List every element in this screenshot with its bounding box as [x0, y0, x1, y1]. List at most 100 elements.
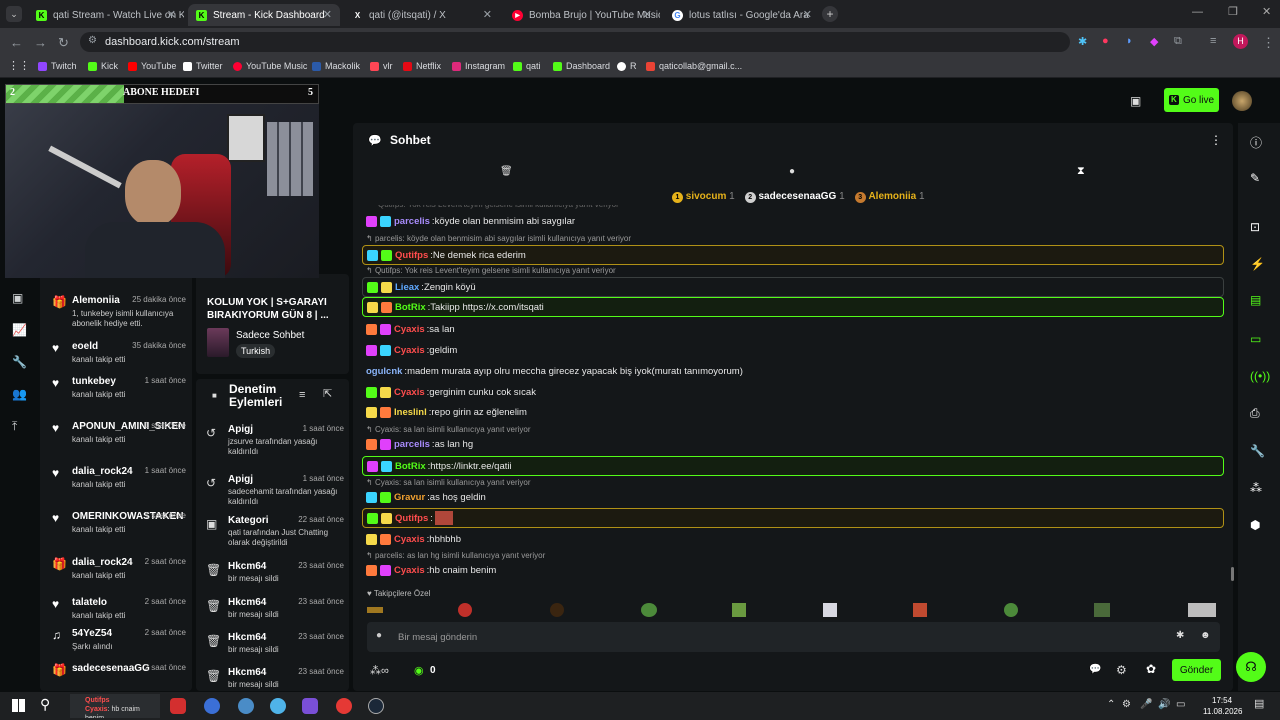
analytics-icon[interactable]: 📈: [12, 323, 27, 337]
forward-icon[interactable]: →: [34, 35, 47, 50]
activity-username[interactable]: Alemoniia: [72, 295, 120, 306]
leaderboard-item[interactable]: 2 sadecesenaaGG 1: [744, 191, 845, 203]
moderation-item[interactable]: 🗑 Hkcm64 23 saat önce bir mesajı sildi: [206, 561, 344, 595]
broadcast-icon[interactable]: ((•)): [1250, 369, 1270, 383]
tray-icon[interactable]: ⚙: [1122, 699, 1131, 710]
emote[interactable]: [458, 603, 472, 617]
chat-rules-icon[interactable]: 💬: [1089, 664, 1101, 675]
activity-username[interactable]: talatelo: [72, 597, 107, 608]
moderation-item[interactable]: ↺ Apigj 1 saat önce sadecehamit tarafından …: [206, 474, 344, 508]
extension-icon[interactable]: ●: [1102, 35, 1109, 47]
chat-message[interactable]: ogulcnk: madem murata ayıp olru meccha g…: [362, 362, 1224, 380]
smiley-icon[interactable]: ☻: [1200, 630, 1211, 641]
leaderboard-item[interactable]: 1 sivocum 1: [672, 191, 735, 203]
reload-icon[interactable]: ↻: [58, 35, 69, 51]
chat-message[interactable]: Cyaxis: geldim: [362, 341, 1224, 359]
chat-username[interactable]: Cyaxis: [394, 324, 425, 335]
browser-tab-1[interactable]: K Stream - Kick Dashboard ✕: [188, 4, 340, 26]
notification-icon[interactable]: ▤: [1254, 697, 1264, 710]
popout-icon[interactable]: ⇱: [323, 387, 332, 400]
chat-message[interactable]: Qutifps:: [362, 508, 1224, 528]
browser-tab-3[interactable]: ▶ Bomba Brujo | YouTube Music ✕: [504, 4, 660, 26]
emote[interactable]: [823, 603, 837, 617]
moderation-item[interactable]: 🗑 Hkcm64 23 saat önce bir mesajı sildi: [206, 632, 344, 666]
activity-username[interactable]: sadecesenaaGG: [72, 663, 150, 674]
gift-icon[interactable]: ✿: [1146, 662, 1156, 676]
printer-icon[interactable]: ⎙: [1250, 406, 1260, 421]
chat-message[interactable]: Lieax: Zengin köyü: [362, 277, 1224, 297]
clock-time[interactable]: 17:54: [1212, 696, 1232, 705]
bookmark-instagram[interactable]: Instagram: [452, 61, 505, 71]
chat-message[interactable]: parcelis: köyde olan benmisim abi saygıl…: [362, 212, 1224, 230]
tab-search-icon[interactable]: ⌄: [6, 6, 22, 22]
activity-username[interactable]: tunkebey: [72, 376, 116, 387]
emote[interactable]: [732, 603, 746, 617]
restore-icon[interactable]: ❐: [1228, 5, 1238, 18]
taskbar-app-icon[interactable]: [336, 698, 352, 714]
battery-icon[interactable]: ▭: [1176, 699, 1185, 710]
taskbar-app-icon[interactable]: [238, 698, 254, 714]
bookmark-dashboard[interactable]: Dashboard: [553, 61, 610, 71]
clock-date[interactable]: 11.08.2026: [1203, 707, 1242, 716]
seven-tv-icon[interactable]: ✱: [1176, 630, 1184, 641]
profile-avatar[interactable]: H: [1233, 34, 1248, 49]
extension-icon[interactable]: ◗: [1126, 35, 1133, 47]
activity-item[interactable]: ♫ 54YeZ54 2 saat önce Şarkı alındı: [52, 628, 186, 664]
menu-icon[interactable]: ⋮: [1262, 35, 1275, 51]
emoji-icon[interactable]: ●: [376, 630, 382, 641]
tray-chevron-icon[interactable]: ⌃: [1107, 699, 1115, 710]
tag-icon[interactable]: ⬢: [1250, 518, 1260, 532]
taskbar-chat-preview[interactable]: Qutifps Cyaxis: hb cnaim benim: [70, 694, 160, 718]
bookmark-vlr[interactable]: vlr: [370, 61, 393, 71]
reply-context[interactable]: ↰ parcelis: as lan hg isimli kullanıcıya…: [366, 551, 545, 560]
chat-message[interactable]: Ineslinl: repo girin az eğlenelim: [362, 403, 1224, 421]
emote[interactable]: [367, 607, 383, 613]
taskbar-app-icon[interactable]: [270, 698, 286, 714]
url-field[interactable]: ⚙ dashboard.kick.com/stream: [80, 32, 1070, 52]
extension-icon[interactable]: ◆: [1150, 35, 1158, 48]
slots-icon[interactable]: ⁂∞: [370, 664, 389, 677]
bolt-icon[interactable]: ⚡: [1250, 257, 1265, 271]
send-button[interactable]: Gönder: [1172, 659, 1221, 681]
bookmark-twitch[interactable]: Twitch: [38, 61, 77, 71]
chat-menu-icon[interactable]: ⋮: [1210, 133, 1222, 147]
chat-username[interactable]: Cyaxis: [394, 387, 425, 398]
chat-icon[interactable]: ●: [789, 166, 795, 177]
chat-username[interactable]: Cyaxis: [394, 534, 425, 545]
activity-username[interactable]: eoeld: [72, 341, 98, 352]
close-tab-icon[interactable]: ✕: [483, 8, 492, 21]
screenshot-icon[interactable]: ⊡: [1250, 220, 1260, 234]
camera-icon[interactable]: ▣: [1130, 94, 1141, 108]
community-icon[interactable]: 👥: [12, 387, 27, 401]
activity-username[interactable]: dalia_rock24: [72, 466, 133, 477]
chat-username[interactable]: BotRix: [395, 461, 426, 472]
moderation-item[interactable]: ↺ Apigj 1 saat önce jzsurve tarafından yasa…: [206, 424, 344, 458]
support-button[interactable]: ☊: [1236, 652, 1266, 682]
chat-message[interactable]: Cyaxis: hb cnaim benim: [362, 561, 1224, 579]
activity-username[interactable]: 54YeZ54: [72, 628, 112, 639]
emote[interactable]: [1004, 603, 1018, 617]
chat-message[interactable]: BotRix: https://linktr.ee/qatii: [362, 456, 1224, 476]
chat-username[interactable]: Qutifps: [395, 250, 428, 261]
activity-item[interactable]: 🎁 Alemoniia 25 dakika önce 1, tunkebey isim…: [52, 295, 186, 331]
chat-username[interactable]: parcelis: [394, 439, 430, 450]
bookmark-youtube[interactable]: YouTube: [128, 61, 176, 71]
chat-message[interactable]: Cyaxis: gerginim cunku cok sıcak: [362, 383, 1224, 401]
chat-username[interactable]: ogulcnk: [366, 366, 402, 377]
go-live-button[interactable]: K Go live: [1164, 88, 1219, 112]
chat-message[interactable]: BotRix: Takiipp https://x.com/itsqati: [362, 297, 1224, 317]
new-tab-icon[interactable]: +: [822, 6, 838, 22]
activity-item[interactable]: ♥ eoeld 35 dakika önce kanalı takip etti: [52, 341, 186, 377]
chat-tool-icon[interactable]: ▭: [1250, 332, 1261, 346]
media-icon[interactable]: ≡: [1210, 35, 1216, 47]
chat-scrollbar[interactable]: [1231, 567, 1234, 581]
chat-username[interactable]: BotRix: [395, 302, 426, 313]
stream-icon[interactable]: ▣: [12, 291, 26, 305]
close-tab-icon[interactable]: ✕: [643, 8, 652, 21]
taskbar-app-icon[interactable]: [302, 698, 318, 714]
chat-input-box[interactable]: ● Bir mesaj gönderin ✱ ☻: [367, 622, 1220, 652]
chat-username[interactable]: Cyaxis: [394, 565, 425, 576]
leaderboard-item[interactable]: 3 Alemoniia 1: [854, 191, 925, 203]
reply-context[interactable]: ↰ parcelis: köyde olan benmisim abi sayg…: [366, 234, 631, 243]
apps-grid-icon[interactable]: ⋮⋮: [8, 59, 30, 72]
